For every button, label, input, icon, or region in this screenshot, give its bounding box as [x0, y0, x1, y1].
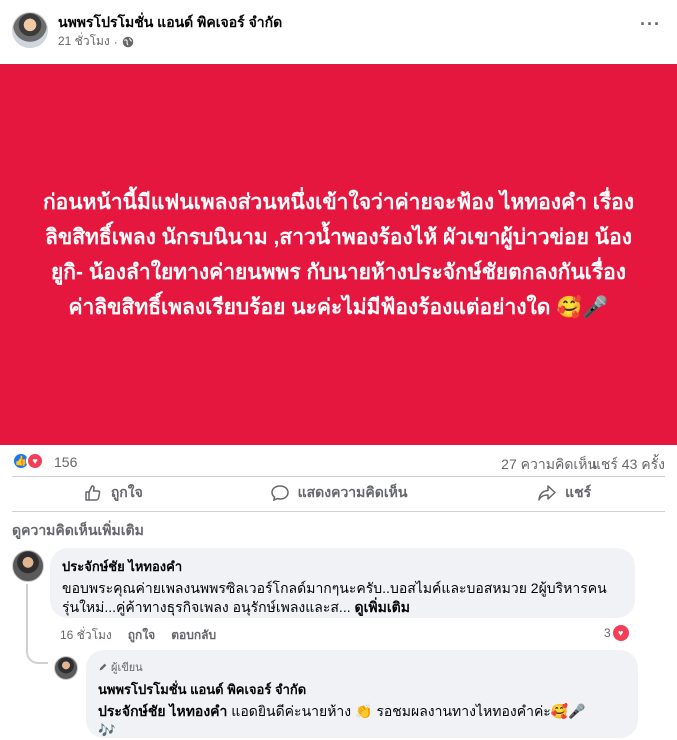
comment-like-button[interactable]: ถูกใจ — [128, 626, 155, 645]
reaction-count[interactable]: 156 — [54, 454, 77, 470]
comment-reply-button[interactable]: ตอบกลับ — [171, 626, 216, 645]
reply-text-body: แอดยินดีค่ะนายห้าง 👏 รอชมผลงานทางไหทองคำ… — [227, 703, 586, 719]
like-label: ถูกใจ — [110, 484, 143, 500]
commenter-avatar[interactable] — [12, 550, 44, 582]
see-more-link[interactable]: ดูเพิ่มเติม — [355, 599, 410, 615]
love-reaction-icon: ♥ — [26, 452, 44, 470]
like-button[interactable]: ถูกใจ — [0, 477, 226, 509]
post-meta: 21 ชั่วโมง · — [58, 32, 134, 51]
reply-text: ประจักษ์ชัย ไหทองคำ แอดยินดีค่ะนายห้าง 👏… — [98, 702, 626, 740]
comment-reaction[interactable]: 3 ♥ — [604, 625, 629, 641]
share-button[interactable]: แชร์ — [451, 477, 677, 509]
reply-thread-line — [26, 584, 48, 664]
comment-bubble: ประจักษ์ชัย ไหทองคำ ขอบพระคุณค่ายเพลงนพพ… — [50, 548, 635, 618]
comment-icon — [270, 485, 289, 502]
comment-text-line2: รุ่นใหม่...คู่ค้าทางธุรกิจเพลง อนุรักษ์เ… — [62, 599, 351, 615]
comment-time[interactable]: 16 ชั่วโมง — [60, 626, 112, 645]
comment-actions: 16 ชั่วโมง ถูกใจ ตอบกลับ — [60, 626, 216, 645]
page-name[interactable]: นพพรโปรโมชั่น แอนด์ พิคเจอร์ จำกัด — [58, 12, 282, 34]
share-icon — [538, 485, 556, 501]
comment-count[interactable]: 27 ความคิดเห็น — [501, 454, 597, 476]
thumbs-up-icon — [85, 485, 101, 501]
post-image-banner[interactable]: ก่อนหน้านี้มีแฟนเพลงส่วนหนึ่งเข้าใจว่าค่… — [0, 64, 677, 445]
post-time[interactable]: 21 ชั่วโมง — [58, 32, 110, 51]
share-count[interactable]: แชร์ 43 ครั้ง — [592, 454, 665, 476]
author-badge-label: ผู้เขียน — [111, 662, 143, 674]
reaction-summary: 👍 ♥ 156 27 ความคิดเห็น แชร์ 43 ครั้ง — [0, 447, 677, 477]
view-more-comments-link[interactable]: ดูความคิดเห็นเพิ่มเติม — [12, 520, 144, 542]
pencil-icon — [99, 663, 107, 671]
meta-separator: · — [113, 34, 118, 49]
page-avatar[interactable] — [12, 12, 48, 48]
reply-text-line2: 🎶 — [98, 722, 116, 738]
love-reaction-icon: ♥ — [612, 625, 629, 641]
comment-label: แสดงความคิดเห็น — [297, 484, 408, 500]
divider — [12, 511, 665, 512]
globe-icon — [122, 36, 134, 47]
reply-bubble: ผู้เขียน นพพรโปรโมชั่น แอนด์ พิคเจอร์ จำ… — [86, 650, 638, 738]
banner-text: ก่อนหน้านี้มีแฟนเพลงส่วนหนึ่งเข้าใจว่าค่… — [42, 190, 635, 319]
more-options-button[interactable]: ··· — [640, 14, 661, 35]
post-header: นพพรโปรโมชั่น แอนด์ พิคเจอร์ จำกัด 21 ชั… — [0, 0, 677, 64]
reaction-icons[interactable]: 👍 ♥ — [12, 452, 44, 470]
comment-text: ขอบพระคุณค่ายเพลงนพพรซิลเวอร์โกลด์มากๆนะ… — [62, 579, 623, 617]
comment-button[interactable]: แสดงความคิดเห็น — [226, 477, 452, 509]
post-actions: ถูกใจ แสดงความคิดเห็น แชร์ — [0, 477, 677, 509]
commenter-name[interactable]: ประจักษ์ชัย ไหทองคำ — [62, 556, 623, 577]
comment-reaction-count: 3 — [604, 626, 611, 640]
share-label: แชร์ — [565, 484, 592, 500]
mention-link[interactable]: ประจักษ์ชัย ไหทองคำ — [98, 703, 227, 719]
comment-text-line1: ขอบพระคุณค่ายเพลงนพพรซิลเวอร์โกลด์มากๆนะ… — [62, 580, 607, 596]
author-badge: ผู้เขียน — [98, 658, 626, 676]
reply-avatar[interactable] — [54, 656, 78, 680]
reply-author-name[interactable]: นพพรโปรโมชั่น แอนด์ พิคเจอร์ จำกัด — [98, 679, 626, 700]
